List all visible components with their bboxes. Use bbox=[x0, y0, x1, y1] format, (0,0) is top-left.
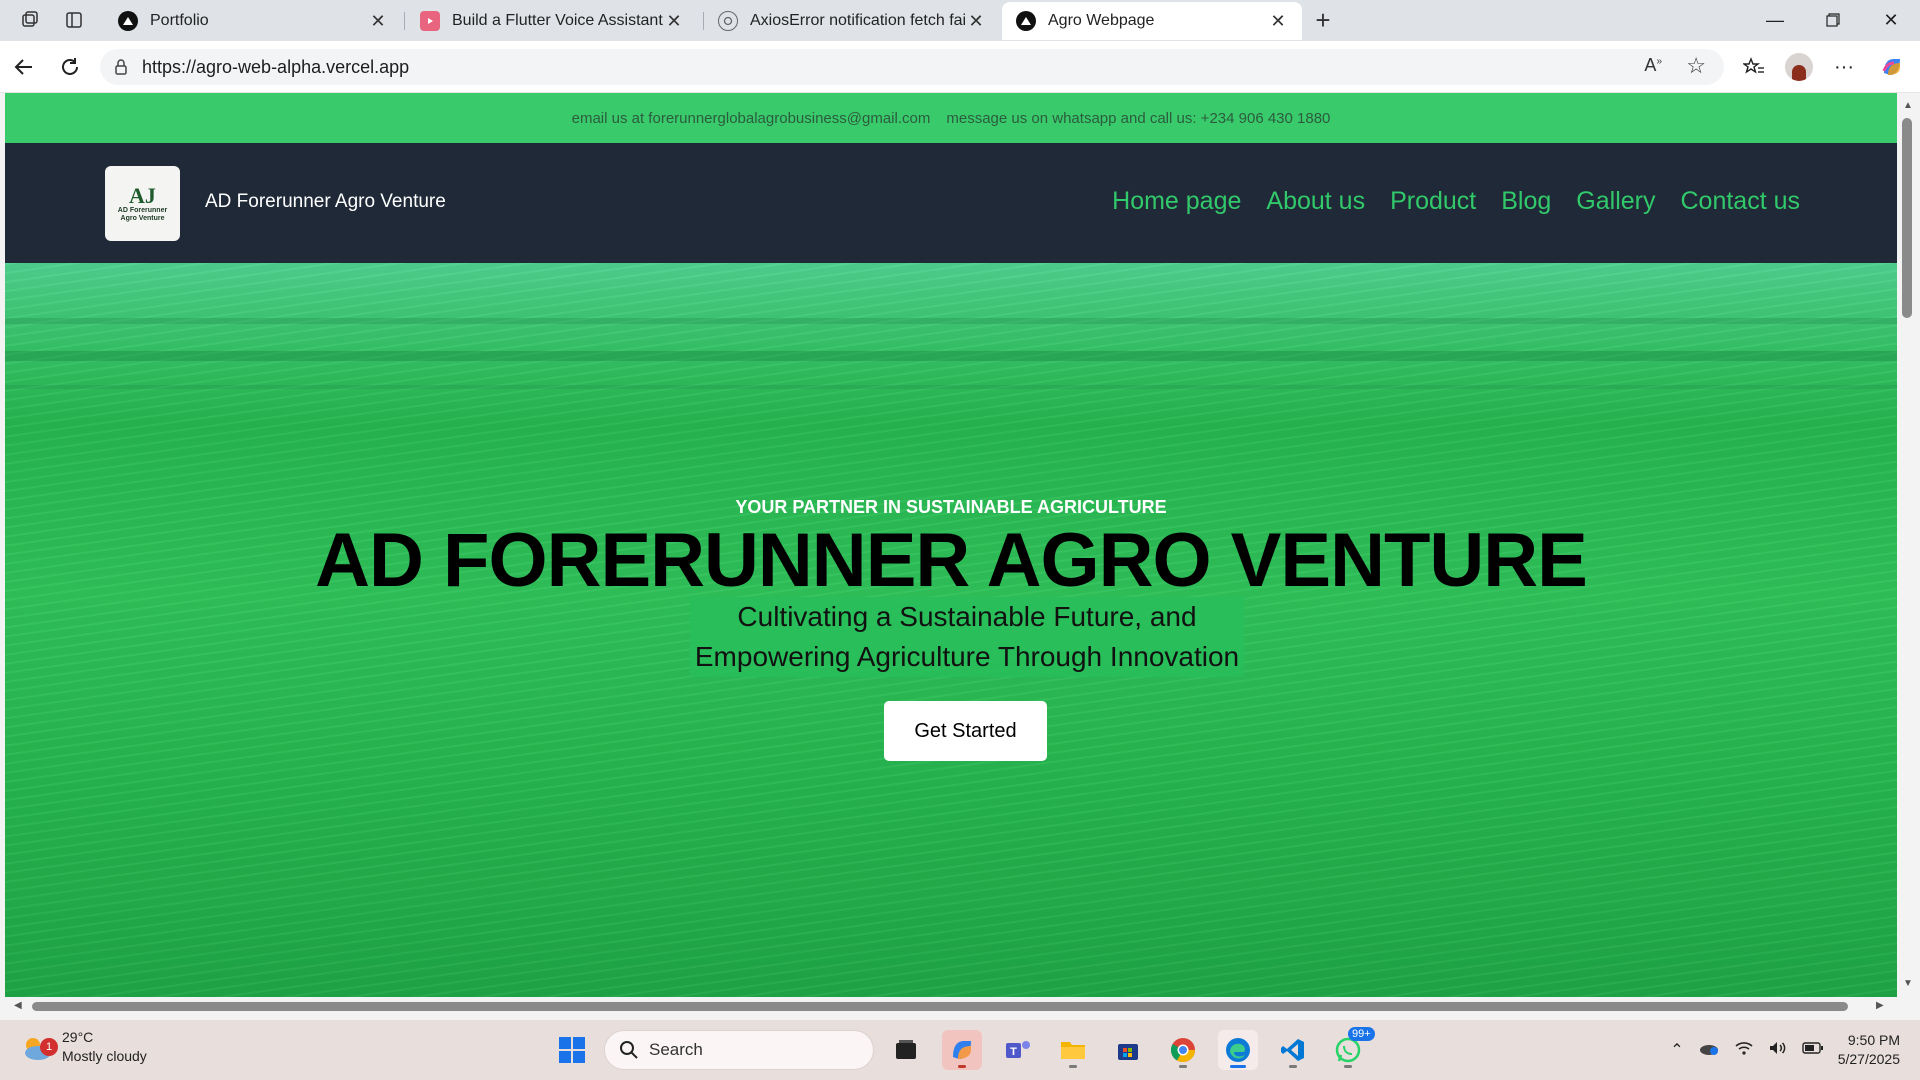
hero-section: YOUR PARTNER IN SUSTAINABLE AGRICULTURE … bbox=[5, 263, 1897, 997]
vertical-scroll-thumb[interactable] bbox=[1902, 118, 1912, 318]
openai-icon bbox=[718, 11, 738, 31]
site-info-icon[interactable] bbox=[112, 58, 130, 81]
nav-gallery[interactable]: Gallery bbox=[1576, 187, 1655, 216]
weather-badge: 1 bbox=[40, 1038, 58, 1056]
windows-taskbar: 1 29°C Mostly cloudy Search T 99+ ⌃ 9:50… bbox=[0, 1020, 1920, 1080]
browser-tab-bar: Portfolio ✕ Build a Flutter Voice Assist… bbox=[0, 0, 1920, 41]
volume-icon[interactable] bbox=[1768, 1040, 1788, 1061]
logo-line-2: Agro Venture bbox=[120, 214, 165, 222]
whatsapp-icon[interactable]: 99+ bbox=[1328, 1027, 1375, 1070]
address-bar: https://agro-web-alpha.vercel.app A» ☆ ·… bbox=[0, 41, 1920, 93]
refresh-icon[interactable] bbox=[52, 51, 88, 83]
taskbar-search[interactable]: Search bbox=[604, 1030, 874, 1070]
more-menu-icon[interactable]: ··· bbox=[1826, 51, 1862, 83]
favorites-icon[interactable] bbox=[1736, 51, 1772, 83]
url-field[interactable]: https://agro-web-alpha.vercel.app A» ☆ bbox=[100, 49, 1724, 85]
hero-subtitle: Cultivating a Sustainable Future, and Em… bbox=[690, 597, 1244, 677]
chrome-icon[interactable] bbox=[1163, 1030, 1203, 1070]
vertical-tabs-icon[interactable] bbox=[58, 6, 90, 34]
new-tab-icon[interactable]: + bbox=[1307, 5, 1339, 35]
nav-product[interactable]: Product bbox=[1390, 187, 1476, 216]
contact-topbar: email us at forerunnerglobalagrobusiness… bbox=[5, 93, 1897, 143]
logo-mark: AJ bbox=[129, 182, 156, 208]
youtube-icon bbox=[420, 11, 440, 31]
workspaces-icon[interactable] bbox=[14, 6, 46, 34]
hero-title: AD FORERUNNER AGRO VENTURE bbox=[315, 518, 1588, 603]
vercel-triangle-icon bbox=[118, 11, 138, 31]
scroll-up-icon[interactable]: ▲ bbox=[1903, 100, 1913, 111]
nav-blog[interactable]: Blog bbox=[1501, 187, 1551, 216]
tab-title: Build a Flutter Voice Assistant Ap bbox=[452, 12, 664, 29]
logo-line-1: AD Forerunner bbox=[117, 206, 168, 214]
hero-eyebrow: YOUR PARTNER IN SUSTAINABLE AGRICULTURE bbox=[735, 497, 1167, 517]
wifi-icon[interactable] bbox=[1734, 1040, 1754, 1061]
phone-text[interactable]: message us on whatsapp and call us: +234… bbox=[946, 110, 1330, 127]
hero-subtitle-line-2: Empowering Agriculture Through Innovatio… bbox=[694, 641, 1240, 672]
microsoft-store-icon[interactable] bbox=[1108, 1030, 1148, 1070]
chevron-up-icon[interactable]: ⌃ bbox=[1670, 1040, 1683, 1060]
tab-portfolio[interactable]: Portfolio ✕ bbox=[104, 2, 402, 40]
close-icon[interactable]: ✕ bbox=[664, 11, 684, 32]
minimize-icon[interactable]: — bbox=[1747, 0, 1803, 40]
whatsapp-badge: 99+ bbox=[1348, 1027, 1375, 1041]
site-header: AJ AD Forerunner Agro Venture AD Forerun… bbox=[5, 143, 1897, 263]
vscode-icon[interactable] bbox=[1273, 1030, 1313, 1070]
close-window-icon[interactable]: ✕ bbox=[1863, 0, 1919, 40]
get-started-button[interactable]: Get Started bbox=[884, 701, 1047, 761]
scroll-left-icon[interactable]: ◀ bbox=[14, 1000, 22, 1011]
email-text[interactable]: email us at forerunnerglobalagrobusiness… bbox=[572, 110, 931, 127]
system-tray: ⌃ 9:50 PM 5/27/2025 bbox=[1670, 1020, 1900, 1080]
nav-contact[interactable]: Contact us bbox=[1680, 187, 1800, 216]
clock-date: 5/27/2025 bbox=[1837, 1051, 1900, 1067]
vercel-triangle-icon bbox=[1016, 11, 1036, 31]
copilot-app-icon[interactable] bbox=[942, 1030, 982, 1070]
tab-agro-webpage[interactable]: Agro Webpage ✕ bbox=[1002, 2, 1302, 40]
taskbar-clock[interactable]: 9:50 PM 5/27/2025 bbox=[1838, 1031, 1900, 1069]
task-view-icon[interactable] bbox=[886, 1030, 926, 1070]
hero-subtitle-line-1: Cultivating a Sustainable Future, and bbox=[737, 601, 1197, 632]
tab-title: Agro Webpage bbox=[1048, 12, 1155, 29]
onedrive-icon[interactable] bbox=[1698, 1040, 1720, 1061]
weather-condition: Mostly cloudy bbox=[62, 1048, 147, 1064]
cloud-sun-icon: 1 bbox=[20, 1030, 58, 1064]
nav-about[interactable]: About us bbox=[1266, 187, 1365, 216]
page-viewport: email us at forerunnerglobalagrobusiness… bbox=[5, 93, 1897, 997]
svg-text:T: T bbox=[1010, 1046, 1017, 1058]
tab-title: AxiosError notification fetch fail bbox=[750, 12, 966, 29]
read-aloud-icon[interactable]: A» bbox=[1644, 55, 1662, 76]
favorite-star-icon[interactable]: ☆ bbox=[1686, 53, 1706, 79]
brand-name[interactable]: AD Forerunner Agro Venture bbox=[205, 191, 446, 213]
main-nav: Home page About us Product Blog Gallery … bbox=[1112, 187, 1800, 216]
url-text: https://agro-web-alpha.vercel.app bbox=[142, 56, 410, 77]
search-label: Search bbox=[649, 1040, 703, 1059]
profile-avatar[interactable] bbox=[1781, 51, 1817, 83]
restore-icon[interactable] bbox=[1805, 0, 1861, 40]
nav-home[interactable]: Home page bbox=[1112, 187, 1241, 216]
clock-time: 9:50 PM bbox=[1847, 1032, 1900, 1048]
close-icon[interactable]: ✕ bbox=[966, 11, 986, 32]
search-icon bbox=[620, 1041, 638, 1059]
tab-axios-error[interactable]: AxiosError notification fetch fail ✕ bbox=[704, 2, 1000, 40]
weather-temp: 29°C bbox=[62, 1029, 94, 1045]
close-icon[interactable]: ✕ bbox=[1268, 11, 1288, 32]
weather-widget[interactable]: 1 29°C Mostly cloudy bbox=[20, 1028, 147, 1066]
windows-start-icon[interactable] bbox=[552, 1030, 592, 1070]
close-icon[interactable]: ✕ bbox=[368, 11, 388, 32]
edge-icon[interactable] bbox=[1218, 1030, 1258, 1070]
hero-content: YOUR PARTNER IN SUSTAINABLE AGRICULTURE … bbox=[5, 263, 1897, 997]
copilot-icon[interactable] bbox=[1874, 51, 1910, 83]
horizontal-scroll-thumb[interactable] bbox=[32, 1002, 1848, 1011]
scroll-down-icon[interactable]: ▼ bbox=[1903, 978, 1913, 989]
scroll-right-icon[interactable]: ▶ bbox=[1876, 1000, 1884, 1011]
site-logo[interactable]: AJ AD Forerunner Agro Venture bbox=[105, 166, 180, 241]
tab-title: Portfolio bbox=[150, 12, 209, 29]
file-explorer-icon[interactable] bbox=[1053, 1030, 1093, 1070]
teams-icon[interactable]: T bbox=[998, 1030, 1038, 1070]
back-icon[interactable] bbox=[6, 51, 42, 83]
battery-icon[interactable] bbox=[1802, 1041, 1824, 1060]
tab-flutter-video[interactable]: Build a Flutter Voice Assistant Ap ✕ bbox=[406, 2, 698, 40]
